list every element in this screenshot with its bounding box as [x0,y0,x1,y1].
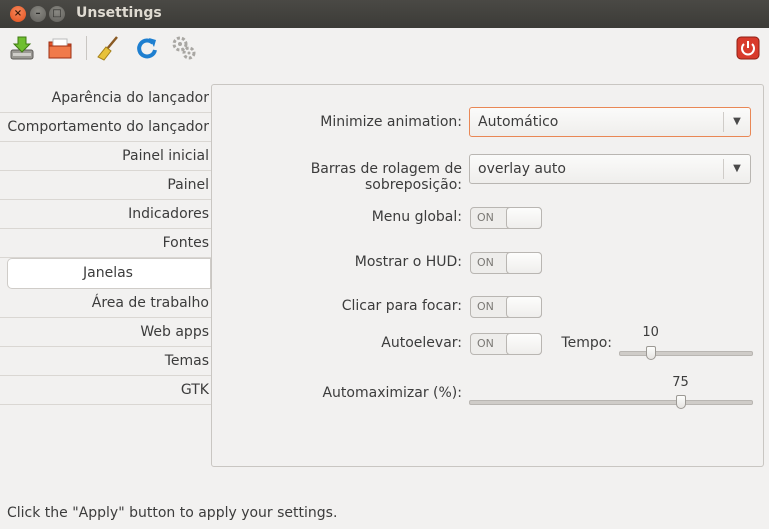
automaximize-slider[interactable] [469,400,753,405]
automaximize-label: Automaximizar (%): [322,385,462,401]
sidebar-item-comportamento-lancador[interactable]: Comportamento do lançador [0,113,211,142]
autoraise-label: Autoelevar: [381,335,462,351]
settings-gears-icon[interactable] [170,34,198,62]
sidebar-item-gtk[interactable]: GTK [0,376,211,405]
minimize-animation-label: Minimize animation: [320,114,462,130]
minimize-animation-value: Automático [478,114,559,130]
chevron-down-icon: ▼ [723,112,750,132]
switch-knob [506,252,542,274]
sidebar-item-aparencia-lancador[interactable]: Aparência do lançador [0,84,211,113]
title-bar: × – □ Unsettings [0,0,769,28]
minimize-window-button[interactable]: – [30,6,46,22]
hud-label: Mostrar o HUD: [354,254,462,270]
switch-knob [506,207,542,229]
switch-on-text: ON [477,300,494,313]
automaximize-value: 75 [672,375,689,390]
hud-switch[interactable]: ON [470,252,542,274]
tempo-slider[interactable] [619,351,753,356]
close-window-button[interactable]: × [10,6,26,22]
tempo-slider-handle[interactable] [645,346,656,360]
sidebar-item-indicadores[interactable]: Indicadores [0,200,211,229]
tempo-label: Tempo: [561,335,612,351]
toolbar-separator [86,36,87,60]
sidebar-item-janelas[interactable]: Janelas [7,258,211,289]
sidebar-item-web-apps[interactable]: Web apps [0,318,211,347]
janelas-settings-panel [211,84,764,467]
open-folder-icon[interactable] [46,34,74,62]
sidebar-item-fontes[interactable]: Fontes [0,229,211,258]
autoraise-switch[interactable]: ON [470,333,542,355]
toolbar [0,28,769,68]
switch-on-text: ON [477,256,494,269]
power-icon[interactable] [734,34,762,62]
sidebar: Aparência do lançador Comportamento do l… [0,84,211,405]
switch-on-text: ON [477,211,494,224]
overlay-scrollbars-value: overlay auto [478,161,566,177]
window-title: Unsettings [76,5,162,21]
sidebar-item-area-trabalho[interactable]: Área de trabalho [0,289,211,318]
sidebar-item-painel[interactable]: Painel [0,171,211,200]
menu-global-switch[interactable]: ON [470,207,542,229]
sidebar-item-painel-inicial[interactable]: Painel inicial [0,142,211,171]
refresh-icon[interactable] [133,34,161,62]
broom-clean-icon[interactable] [95,34,123,62]
status-message: Click the "Apply" button to apply your s… [7,505,338,521]
tempo-value: 10 [642,325,659,340]
minimize-animation-combo[interactable]: Automático ▼ [469,107,751,137]
click-to-focus-label: Clicar para focar: [341,298,462,314]
menu-global-label: Menu global: [371,209,462,225]
maximize-window-button[interactable]: □ [49,6,65,22]
chevron-down-icon: ▼ [723,159,750,179]
switch-knob [506,296,542,318]
overlay-scrollbars-label: Barras de rolagem de sobreposição: [310,161,462,193]
sidebar-item-temas[interactable]: Temas [0,347,211,376]
switch-on-text: ON [477,337,494,350]
switch-knob [506,333,542,355]
save-download-icon[interactable] [8,34,36,62]
automaximize-slider-handle[interactable] [675,395,686,409]
click-to-focus-switch[interactable]: ON [470,296,542,318]
overlay-scrollbars-combo[interactable]: overlay auto ▼ [469,154,751,184]
